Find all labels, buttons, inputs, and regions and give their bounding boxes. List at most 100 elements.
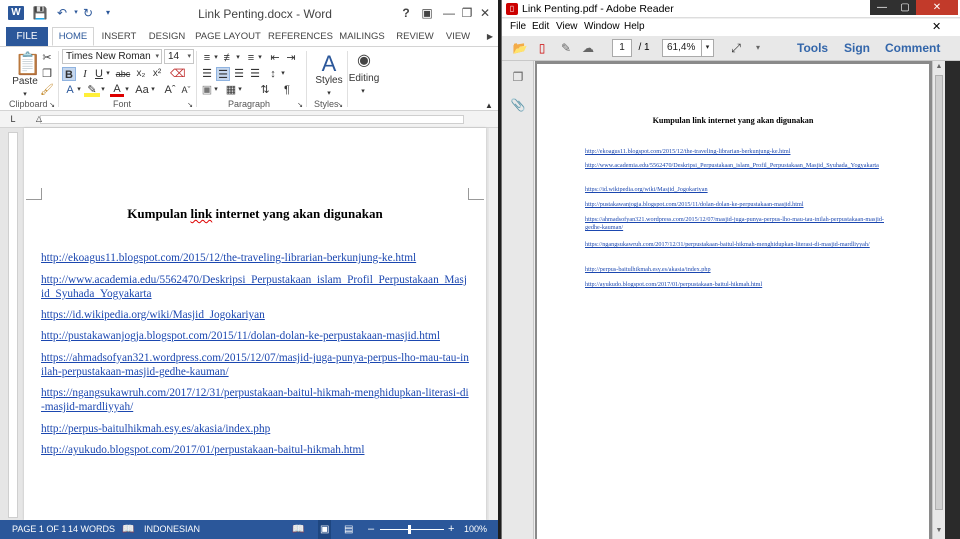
- highlight-icon[interactable]: ✎: [84, 83, 100, 97]
- save-icon[interactable]: 💾: [32, 5, 48, 21]
- borders-dropdown-icon[interactable]: ▾: [237, 83, 243, 97]
- line-spacing-dropdown-icon[interactable]: ▾: [280, 67, 286, 81]
- restore-icon[interactable]: ❐: [458, 4, 476, 22]
- cut-icon[interactable]: ✂: [40, 51, 54, 65]
- reader-close-icon[interactable]: ✕: [916, 0, 958, 15]
- attachments-icon[interactable]: 📎: [510, 97, 526, 113]
- status-language[interactable]: INDONESIAN: [144, 520, 200, 539]
- pdf-page[interactable]: Kumpulan link internet yang akan digunak…: [537, 64, 929, 539]
- font-name-dropdown-icon[interactable]: ▾: [155, 50, 159, 63]
- format-painter-icon[interactable]: 🖌: [40, 83, 54, 97]
- multilevel-dropdown-icon[interactable]: ▾: [257, 51, 263, 65]
- tab-design[interactable]: DESIGN: [144, 27, 190, 46]
- minimize-icon[interactable]: —: [440, 4, 458, 22]
- comment-button[interactable]: Comment: [885, 41, 940, 55]
- pdf-link[interactable]: https://ahmadsofyan321.wordpress.com/201…: [585, 216, 885, 232]
- pdf-link[interactable]: http://ekoagus11.blogspot.com/2015/12/th…: [585, 148, 885, 156]
- tab-insert[interactable]: INSERT: [98, 27, 140, 46]
- print-layout-icon[interactable]: ▣: [318, 520, 332, 539]
- tab-review[interactable]: REVIEW: [394, 27, 436, 46]
- grow-font-icon[interactable]: Aˆ: [164, 83, 176, 97]
- multilevel-list-icon[interactable]: ≡: [244, 51, 258, 65]
- justify-icon[interactable]: ☰: [248, 67, 262, 81]
- increase-indent-icon[interactable]: ⇥: [284, 51, 298, 65]
- web-layout-icon[interactable]: ▤: [344, 520, 353, 539]
- clear-formatting-icon[interactable]: ⌫: [170, 67, 186, 81]
- indent-marker-icon[interactable]: △: [34, 112, 44, 126]
- bold-button[interactable]: B: [62, 67, 76, 81]
- tools-button[interactable]: Tools: [797, 41, 828, 55]
- highlight-dropdown-icon[interactable]: ▾: [100, 83, 106, 97]
- help-icon[interactable]: ?: [397, 4, 415, 22]
- align-right-icon[interactable]: ☰: [232, 67, 246, 81]
- paste-icon[interactable]: 📋: [14, 51, 41, 77]
- document-link[interactable]: http://pustakawanjogja.blogspot.com/2015…: [41, 329, 469, 343]
- numbering-dropdown-icon[interactable]: ▾: [235, 51, 241, 65]
- subscript-button[interactable]: x₂: [134, 67, 148, 81]
- tab-selector-icon[interactable]: L: [8, 112, 18, 126]
- status-page[interactable]: PAGE 1 OF 1: [12, 520, 66, 539]
- pdf-link[interactable]: http://www.academia.edu/5562470/Deskrips…: [585, 162, 885, 170]
- show-formatting-marks-icon[interactable]: ¶: [280, 83, 294, 97]
- font-color-dropdown-icon[interactable]: ▾: [124, 83, 130, 97]
- tab-file[interactable]: FILE: [6, 27, 48, 46]
- status-word-count[interactable]: 14 WORDS: [68, 520, 115, 539]
- page-thumbnails-icon[interactable]: ❐: [510, 69, 526, 85]
- tab-mailings[interactable]: MAILINGS: [336, 27, 388, 46]
- reader-minimize-icon[interactable]: —: [870, 0, 894, 15]
- scrollbar-thumb[interactable]: [935, 75, 943, 510]
- bullets-icon[interactable]: ≡: [200, 51, 214, 65]
- pdf-link[interactable]: http://ayukudo.blogspot.com/2017/01/perp…: [585, 281, 885, 289]
- numbering-icon[interactable]: ≢: [222, 51, 236, 65]
- pdf-link[interactable]: https://id.wikipedia.org/wiki/Masjid_Jog…: [585, 186, 885, 194]
- document-link[interactable]: http://perpus-baitulhikmah.esy.es/akasia…: [41, 422, 469, 436]
- customize-quick-access-icon[interactable]: ▾: [100, 5, 116, 21]
- zoom-dropdown-icon[interactable]: ▾: [701, 40, 713, 56]
- paste-label[interactable]: Paste: [10, 76, 40, 87]
- font-size-box[interactable]: 14 ▾: [164, 49, 194, 64]
- sign-button[interactable]: Sign: [844, 41, 870, 55]
- tab-scroll-right-icon[interactable]: ▶: [484, 27, 496, 46]
- zoom-slider-handle[interactable]: [408, 525, 411, 534]
- borders-icon[interactable]: ▦: [224, 83, 238, 97]
- zoom-out-icon[interactable]: –: [368, 520, 374, 539]
- change-case-icon[interactable]: Aa: [134, 83, 150, 97]
- change-case-dropdown-icon[interactable]: ▾: [150, 83, 156, 97]
- document-link[interactable]: https://ngangsukawruh.com/2017/12/31/per…: [41, 386, 469, 414]
- shrink-font-icon[interactable]: Aˇ: [180, 83, 192, 97]
- heading-spellcheck-word[interactable]: link: [191, 206, 213, 221]
- document-link[interactable]: http://ayukudo.blogspot.com/2017/01/perp…: [41, 443, 469, 457]
- editing-binoculars-icon[interactable]: ◉: [354, 51, 374, 71]
- align-left-icon[interactable]: ☰: [200, 67, 214, 81]
- font-size-dropdown-icon[interactable]: ▾: [187, 50, 191, 63]
- toolbar-more-icon[interactable]: ▾: [750, 40, 766, 56]
- italic-button[interactable]: I: [79, 67, 91, 81]
- close-document-icon[interactable]: ✕: [932, 20, 941, 33]
- edit-pdf-icon[interactable]: ✎: [558, 40, 574, 56]
- align-center-icon[interactable]: ☰: [216, 67, 230, 81]
- open-icon[interactable]: 📂: [512, 40, 528, 56]
- bullets-dropdown-icon[interactable]: ▾: [213, 51, 219, 65]
- create-pdf-icon[interactable]: ▯: [534, 40, 550, 56]
- scroll-up-icon[interactable]: ▲: [933, 61, 945, 73]
- status-zoom[interactable]: 100%: [464, 520, 487, 539]
- line-spacing-icon[interactable]: ↕: [266, 67, 280, 81]
- zoom-in-icon[interactable]: +: [448, 520, 454, 539]
- editing-dropdown-icon[interactable]: ▾: [358, 85, 368, 99]
- tab-home[interactable]: HOME: [52, 27, 94, 46]
- read-mode-icon[interactable]: 📖: [292, 520, 304, 539]
- styles-icon[interactable]: A: [316, 51, 342, 77]
- document-link[interactable]: https://id.wikipedia.org/wiki/Masjid_Jog…: [41, 308, 469, 322]
- reader-maximize-icon[interactable]: ▢: [894, 0, 916, 15]
- font-color-icon[interactable]: A: [110, 83, 124, 97]
- shading-dropdown-icon[interactable]: ▾: [213, 83, 219, 97]
- decrease-indent-icon[interactable]: ⇤: [268, 51, 282, 65]
- pdf-link[interactable]: http://pustakawanjogja.blogspot.com/2015…: [585, 201, 885, 209]
- redo-icon[interactable]: ↻: [80, 5, 96, 21]
- font-name-box[interactable]: Times New Roman ▾: [62, 49, 162, 64]
- ribbon-display-options-icon[interactable]: ▣: [418, 4, 436, 22]
- zoom-input[interactable]: 61,4% ▾: [662, 39, 714, 57]
- close-icon[interactable]: ✕: [476, 4, 494, 22]
- document-heading[interactable]: Kumpulan link internet yang akan digunak…: [24, 206, 486, 222]
- menu-file[interactable]: File: [510, 21, 526, 32]
